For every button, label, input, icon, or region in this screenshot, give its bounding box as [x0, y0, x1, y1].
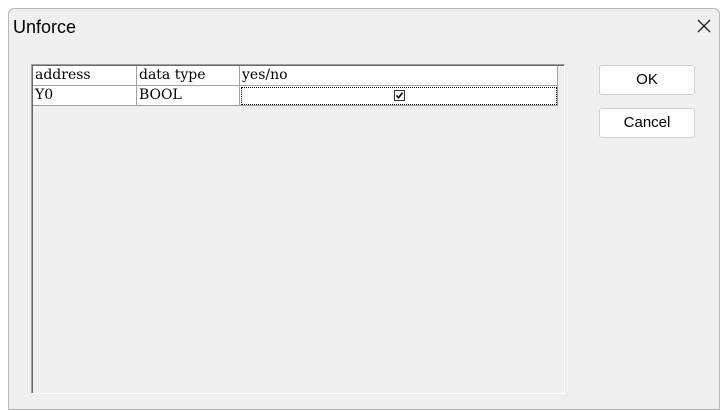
unforce-dialog: Unforce address data type yes/no Y0 BOOL…: [8, 8, 720, 410]
cell-yes-no[interactable]: [240, 86, 558, 106]
cell-data-type[interactable]: BOOL: [137, 86, 240, 106]
unforce-grid[interactable]: address data type yes/no Y0 BOOL: [31, 64, 565, 394]
grid-header-row: address data type yes/no: [33, 66, 558, 86]
column-header-yes-no[interactable]: yes/no: [240, 66, 558, 86]
column-header-data-type[interactable]: data type: [137, 66, 240, 86]
close-icon[interactable]: [693, 15, 715, 37]
column-header-address[interactable]: address: [33, 66, 137, 86]
table-row[interactable]: Y0 BOOL: [33, 86, 558, 106]
cancel-button[interactable]: Cancel: [599, 108, 695, 138]
dialog-title: Unforce: [13, 17, 77, 37]
cell-address[interactable]: Y0: [33, 86, 137, 106]
yes-no-checkbox[interactable]: [394, 90, 405, 101]
ok-button[interactable]: OK: [599, 65, 695, 95]
